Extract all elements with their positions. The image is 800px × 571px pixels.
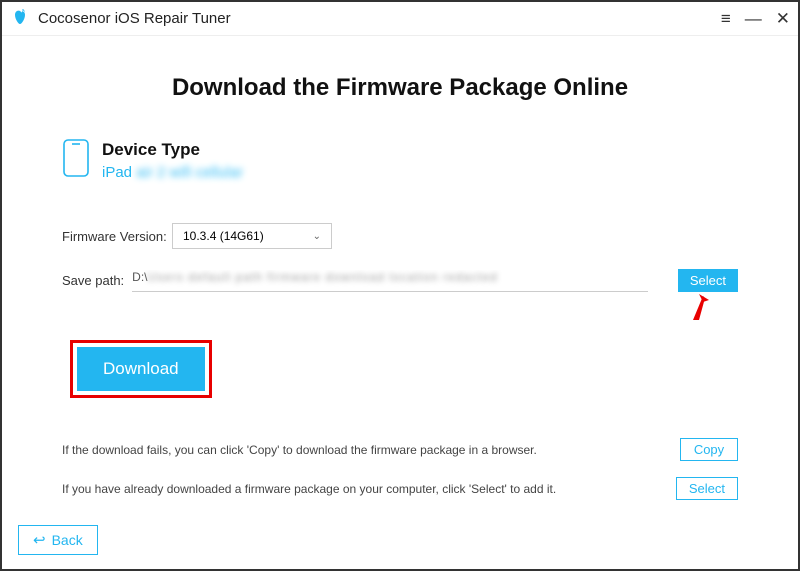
app-title: Cocosenor iOS Repair Tuner bbox=[38, 10, 721, 27]
download-button[interactable]: Download bbox=[77, 347, 205, 391]
save-path-label: Save path: bbox=[62, 273, 124, 288]
firmware-version-select[interactable]: 10.3.4 (14G61) ⌄ bbox=[172, 223, 332, 249]
page-title: Download the Firmware Package Online bbox=[62, 74, 738, 102]
device-icon bbox=[62, 138, 90, 183]
back-label: Back bbox=[52, 532, 83, 548]
chevron-down-icon: ⌄ bbox=[313, 231, 321, 242]
select-path-button[interactable]: Select bbox=[678, 269, 738, 292]
device-type-section: Device Type iPad air 2 wifi cellular bbox=[62, 138, 738, 183]
hint-download-fail: If the download fails, you can click 'Co… bbox=[62, 443, 650, 457]
hints-section: If the download fails, you can click 'Co… bbox=[62, 438, 738, 500]
menu-icon[interactable]: ≡ bbox=[721, 10, 731, 27]
download-highlight: Download bbox=[70, 340, 212, 398]
save-path-row: Save path: D:\Users default path firmwar… bbox=[62, 269, 738, 292]
firmware-version-value: 10.3.4 (14G61) bbox=[183, 229, 264, 243]
close-icon[interactable]: ✕ bbox=[776, 10, 790, 27]
firmware-version-label: Firmware Version: bbox=[62, 229, 172, 244]
back-arrow-icon: ↩ bbox=[33, 531, 46, 549]
copy-button[interactable]: Copy bbox=[680, 438, 738, 461]
window-controls: ≡ — ✕ bbox=[721, 10, 790, 27]
app-logo-icon bbox=[10, 8, 30, 30]
hint-already-downloaded: If you have already downloaded a firmwar… bbox=[62, 482, 646, 496]
title-bar: Cocosenor iOS Repair Tuner ≡ — ✕ bbox=[2, 2, 798, 36]
device-type-label: Device Type bbox=[102, 140, 243, 160]
firmware-version-row: Firmware Version: 10.3.4 (14G61) ⌄ bbox=[62, 223, 738, 249]
select-local-button[interactable]: Select bbox=[676, 477, 738, 500]
annotation-arrow-icon bbox=[689, 292, 713, 320]
minimize-icon[interactable]: — bbox=[745, 10, 762, 27]
save-path-input[interactable]: D:\Users default path firmware download … bbox=[132, 270, 648, 292]
back-button[interactable]: ↩ Back bbox=[18, 525, 98, 555]
device-model: iPad air 2 wifi cellular bbox=[102, 164, 243, 181]
footer: ↩ Back bbox=[18, 525, 98, 555]
